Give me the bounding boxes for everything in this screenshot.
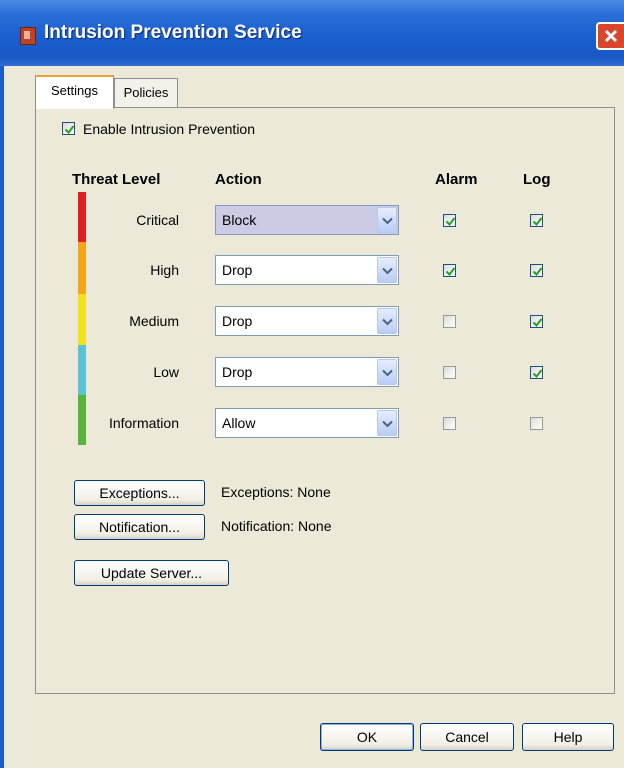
chevron-down-icon[interactable]	[377, 359, 397, 385]
information-alarm-checkbox[interactable]	[443, 417, 456, 430]
update-server-button[interactable]: Update Server...	[74, 560, 229, 586]
window-title: Intrusion Prevention Service	[44, 22, 302, 43]
medium-action-select[interactable]: Drop	[215, 306, 399, 336]
critical-action-select[interactable]: Block	[215, 205, 399, 235]
action-header: Action	[215, 171, 262, 188]
tab-policies-label: Policies	[123, 85, 169, 100]
critical-alarm-checkbox[interactable]	[443, 214, 456, 227]
high-level-label: High	[150, 262, 179, 278]
notification-button[interactable]: Notification...	[74, 514, 205, 540]
low-action-select[interactable]: Drop	[215, 357, 399, 387]
checkmark-icon	[532, 217, 543, 227]
high-action-value: Drop	[222, 262, 253, 278]
critical-action-value: Block	[222, 212, 257, 228]
information-action-select[interactable]: Allow	[215, 408, 399, 438]
chevron-down-icon[interactable]	[377, 308, 397, 334]
checkmark-icon	[445, 267, 456, 277]
critical-level-label: Critical	[136, 212, 179, 228]
alarm-header: Alarm	[435, 171, 478, 188]
medium-alarm-checkbox[interactable]	[443, 315, 456, 328]
chevron-down-icon[interactable]	[377, 410, 397, 436]
chevron-down-icon[interactable]	[377, 257, 397, 283]
dialog-window: Intrusion Prevention Service Settings Po…	[0, 0, 624, 768]
information-level-label: Information	[108, 415, 179, 431]
enable-intrusion-prevention-checkbox[interactable]	[62, 122, 75, 135]
tab-settings-label: Settings	[51, 83, 98, 98]
tab-policies[interactable]: Policies	[114, 78, 178, 107]
low-level-label: Low	[153, 364, 179, 380]
high-action-select[interactable]: Drop	[215, 255, 399, 285]
checkmark-icon	[532, 318, 543, 328]
help-button[interactable]: Help	[522, 723, 614, 751]
exceptions-button[interactable]: Exceptions...	[74, 480, 205, 506]
low-alarm-checkbox[interactable]	[443, 366, 456, 379]
checkmark-icon	[445, 217, 456, 227]
critical-log-checkbox[interactable]	[530, 214, 543, 227]
close-icon	[604, 29, 618, 43]
notification-status: Notification: None	[221, 518, 332, 534]
high-alarm-checkbox[interactable]	[443, 264, 456, 277]
threat-level-header: Threat Level	[72, 171, 161, 188]
low-log-checkbox[interactable]	[530, 366, 543, 379]
enable-intrusion-prevention-label: Enable Intrusion Prevention	[83, 121, 255, 137]
app-icon	[20, 27, 36, 45]
tab-settings[interactable]: Settings	[35, 75, 114, 109]
low-action-value: Drop	[222, 364, 253, 380]
checkmark-icon	[532, 369, 543, 379]
ok-button[interactable]: OK	[320, 723, 414, 751]
title-bar: Intrusion Prevention Service	[0, 0, 624, 66]
chevron-down-icon[interactable]	[377, 207, 397, 233]
checkmark-icon	[64, 125, 75, 135]
close-button[interactable]	[596, 22, 624, 50]
cancel-button[interactable]: Cancel	[420, 723, 514, 751]
dialog-content: Settings Policies Enable Intrusion Preve…	[4, 66, 624, 768]
information-action-value: Allow	[222, 415, 256, 431]
medium-action-value: Drop	[222, 313, 253, 329]
settings-panel: Enable Intrusion Prevention Threat Level…	[35, 107, 615, 694]
medium-level-label: Medium	[129, 313, 179, 329]
exceptions-status: Exceptions: None	[221, 484, 331, 500]
medium-log-checkbox[interactable]	[530, 315, 543, 328]
log-header: Log	[523, 171, 551, 188]
information-log-checkbox[interactable]	[530, 417, 543, 430]
high-log-checkbox[interactable]	[530, 264, 543, 277]
checkmark-icon	[532, 267, 543, 277]
